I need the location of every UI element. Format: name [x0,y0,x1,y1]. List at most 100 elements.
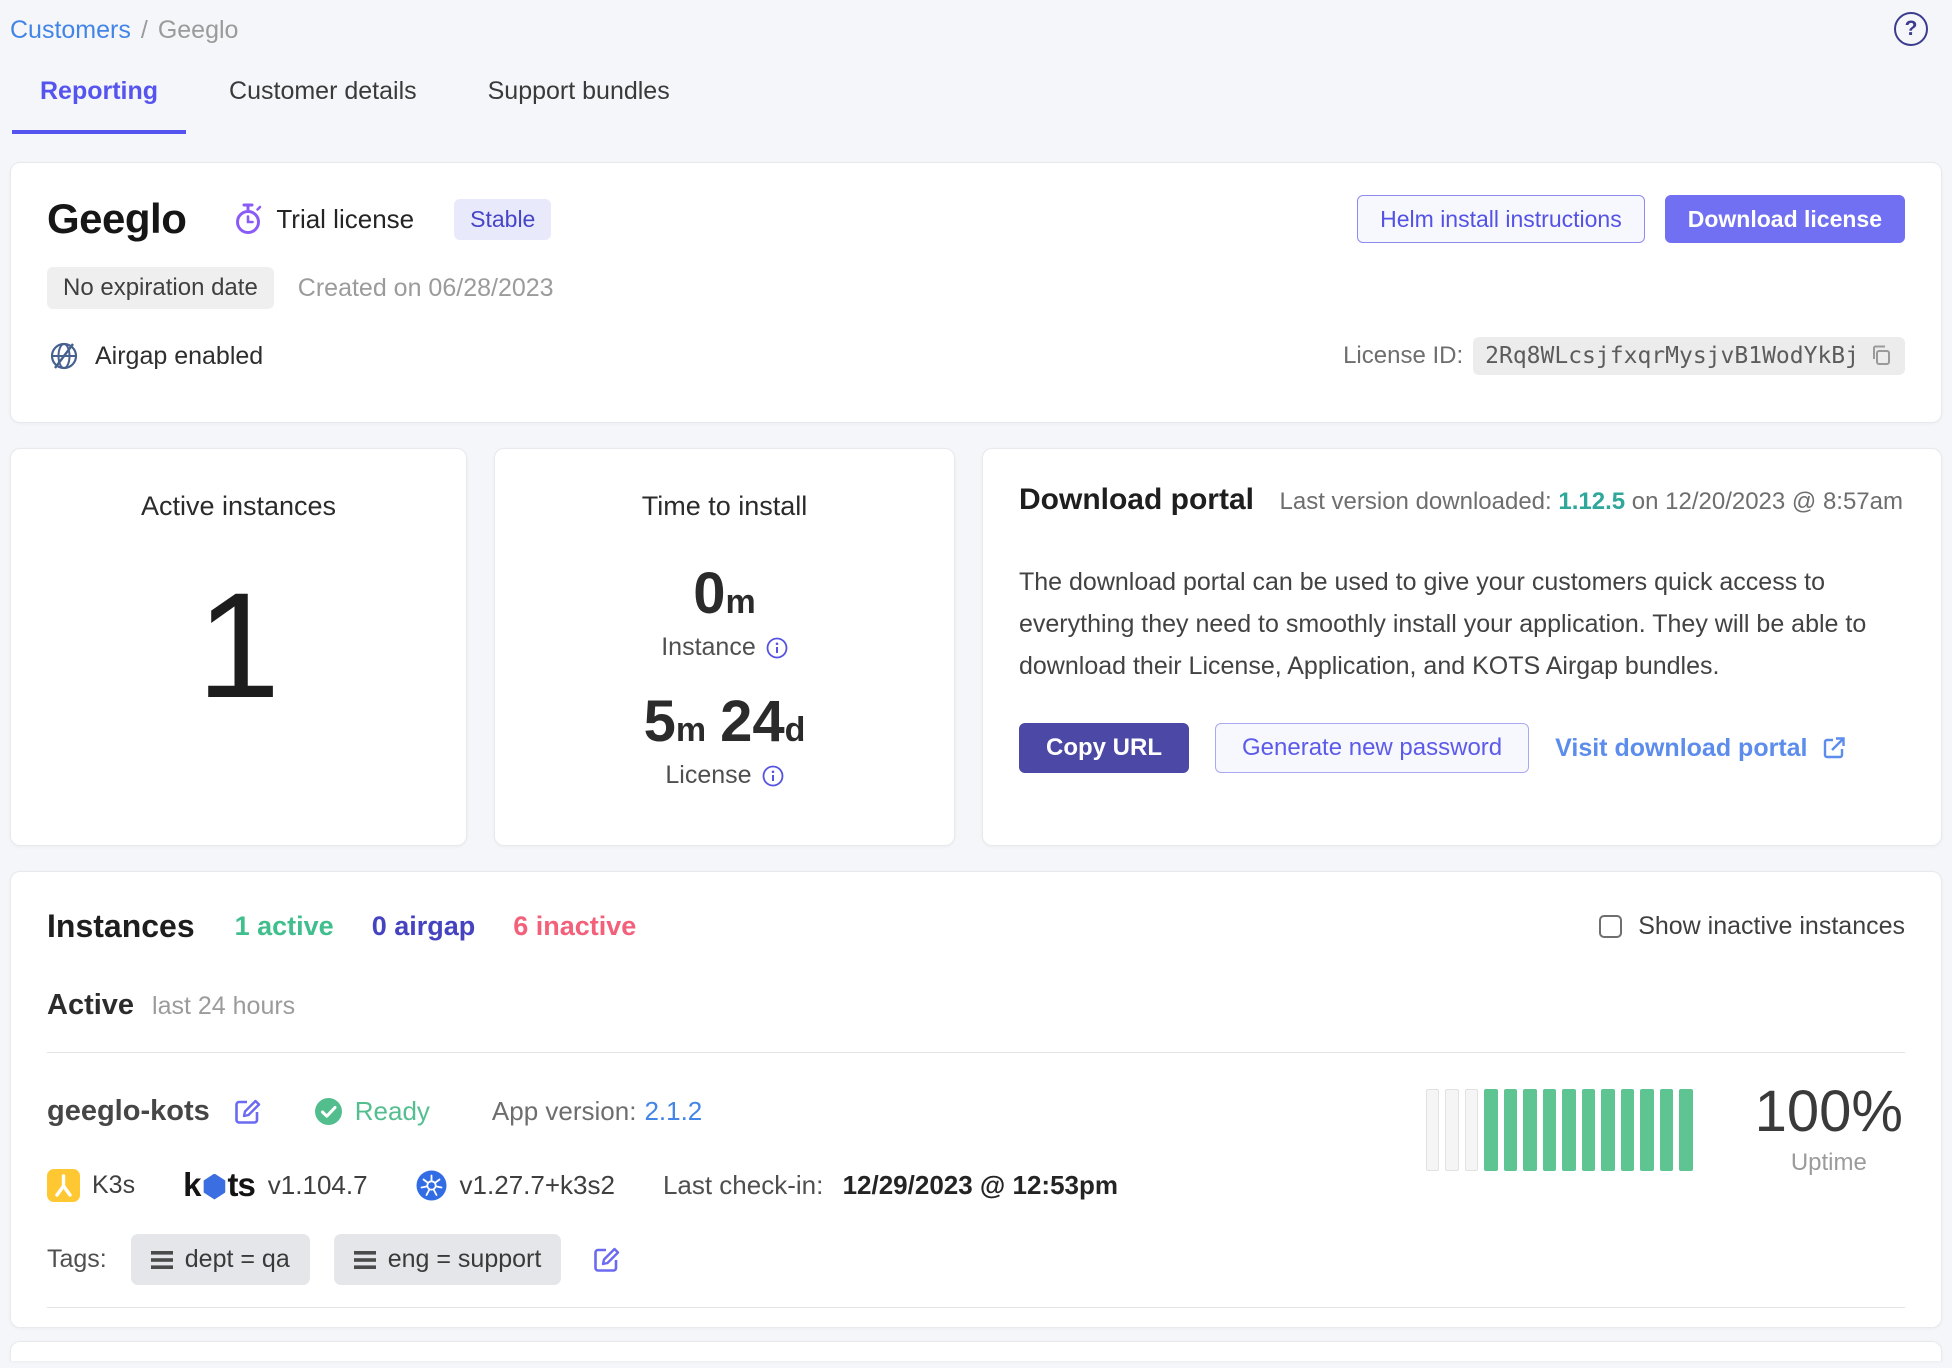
uptime-bar [1426,1089,1440,1171]
uptime-bar [1679,1089,1693,1171]
instance-row: geeglo-kots Ready App version:2.1.2 [47,1053,1905,1285]
last-version-downloaded: Last version downloaded: 1.12.5 on 12/20… [1280,488,1904,516]
uptime-bar [1562,1089,1576,1171]
tag-chip[interactable]: dept = qa [131,1234,310,1285]
uptime-bar [1660,1089,1674,1171]
tab-support-bundles[interactable]: Support bundles [460,77,698,134]
k3s-icon [47,1169,80,1202]
copy-url-button[interactable]: Copy URL [1019,723,1189,773]
uptime-bar [1640,1089,1654,1171]
active-instances-value: 1 [197,570,280,720]
license-time-unit-1: m [676,711,706,749]
created-date: Created on 06/28/2023 [298,274,554,303]
tab-reporting[interactable]: Reporting [12,77,186,134]
tag-value: dept = qa [185,1245,290,1274]
show-inactive-checkbox[interactable] [1599,915,1622,938]
active-count[interactable]: 1 active [235,911,334,942]
instance-install-time: 0m [693,560,756,627]
ready-label: Ready [355,1096,430,1127]
download-license-button[interactable]: Download license [1665,195,1905,243]
visit-download-portal-link[interactable]: Visit download portal [1555,734,1847,763]
app-version-link[interactable]: 2.1.2 [644,1096,702,1126]
license-install-time: 5m 24d [644,688,806,755]
breadcrumb-customers-link[interactable]: Customers [10,16,131,45]
kots-logo-o-icon [202,1174,226,1200]
download-portal-card: Download portal Last version downloaded:… [982,448,1942,846]
license-id-chip: 2Rq8WLcsjfxqrMysjvB1WodYkBj [1473,337,1905,375]
airgap-status: Airgap enabled [47,339,263,373]
license-time-label-row: License [665,761,783,790]
next-card-edge [10,1341,1942,1361]
stopwatch-icon [232,202,264,236]
info-icon[interactable] [762,765,784,787]
edit-instance-name-icon[interactable] [232,1097,262,1127]
tag-chip[interactable]: eng = support [334,1234,562,1285]
instance-time-label-row: Instance [661,633,788,662]
time-to-install-title: Time to install [642,491,808,522]
kots-logo-k: k [183,1166,200,1204]
helm-install-instructions-button[interactable]: Helm install instructions [1357,195,1645,243]
kots-logo: k ts [183,1166,255,1204]
active-section-header: Active last 24 hours [47,989,1905,1022]
last-checkin-value: 12/29/2023 @ 12:53pm [843,1170,1118,1200]
uptime-bar [1601,1089,1615,1171]
license-time-unit-2: d [785,711,806,749]
kots-logo-ts: ts [227,1166,254,1204]
distribution-label: K3s [92,1171,135,1200]
time-to-install-card: Time to install 0m Instance 5m 24d Licen… [494,448,955,846]
license-type: Trial license [232,202,414,236]
instances-title: Instances [47,908,195,945]
last-version-number[interactable]: 1.12.5 [1558,488,1625,515]
instance-time-label: Instance [661,633,756,662]
instances-card: Instances 1 active 0 airgap 6 inactive S… [10,871,1942,1328]
last-version-prefix: Last version downloaded: [1280,488,1552,515]
uptime-label: Uptime [1755,1149,1903,1177]
edit-tags-icon[interactable] [591,1245,621,1275]
instance-status: Ready [314,1096,430,1127]
customer-name: Geeglo [47,195,186,243]
airgap-label: Airgap enabled [95,342,263,371]
last-version-suffix: on 12/20/2023 @ 8:57am [1632,488,1903,515]
tab-bar: Reporting Customer details Support bundl… [10,77,1942,134]
kubernetes-version-label: v1.27.7+k3s2 [460,1170,615,1201]
instance-name: geeglo-kots [47,1095,210,1128]
uptime-bar [1465,1089,1479,1171]
license-time-value-2: 24 [720,689,785,754]
customer-reporting-page: Customers / Geeglo ? Reporting Customer … [0,0,1952,1368]
uptime-bar [1621,1089,1635,1171]
license-id-value: 2Rq8WLcsjfxqrMysjvB1WodYkBj [1485,343,1859,369]
active-section-label: Active [47,989,134,1022]
external-link-icon [1820,734,1848,762]
stats-row: Active instances 1 Time to install 0m In… [10,448,1942,846]
app-version-label: App version: [492,1096,637,1126]
last-checkin: Last check-in: 12/29/2023 @ 12:53pm [663,1170,1118,1201]
show-inactive-toggle[interactable]: Show inactive instances [1599,912,1905,941]
license-type-label: Trial license [276,204,414,235]
uptime-bar [1543,1089,1557,1171]
active-section-sublabel: last 24 hours [152,992,295,1021]
instance-time-unit: m [726,583,756,621]
tab-customer-details[interactable]: Customer details [201,77,445,134]
kots-version: v1.104.7 [268,1170,368,1201]
divider [47,1307,1905,1308]
tag-lines-icon [354,1251,376,1269]
airgap-globe-icon [47,339,81,373]
breadcrumb-current: Geeglo [158,16,239,45]
uptime-value: 100% [1755,1083,1903,1141]
help-icon[interactable]: ? [1894,12,1928,46]
app-version: App version:2.1.2 [492,1096,702,1127]
channel-badge: Stable [454,199,551,240]
uptime-bar [1445,1089,1459,1171]
breadcrumb-separator: / [141,16,148,45]
kubernetes-version: v1.27.7+k3s2 [416,1170,615,1201]
inactive-count[interactable]: 6 inactive [513,911,636,942]
customer-summary-card: Geeglo Trial license Stable Helm install… [10,162,1942,423]
info-icon[interactable] [766,637,788,659]
generate-password-button[interactable]: Generate new password [1215,723,1529,773]
active-instances-title: Active instances [141,491,336,522]
copy-license-icon[interactable] [1869,344,1893,368]
tag-lines-icon [151,1251,173,1269]
uptime-block: 100% Uptime [1426,1083,1903,1177]
kubernetes-icon [416,1170,447,1201]
airgap-count[interactable]: 0 airgap [372,911,476,942]
